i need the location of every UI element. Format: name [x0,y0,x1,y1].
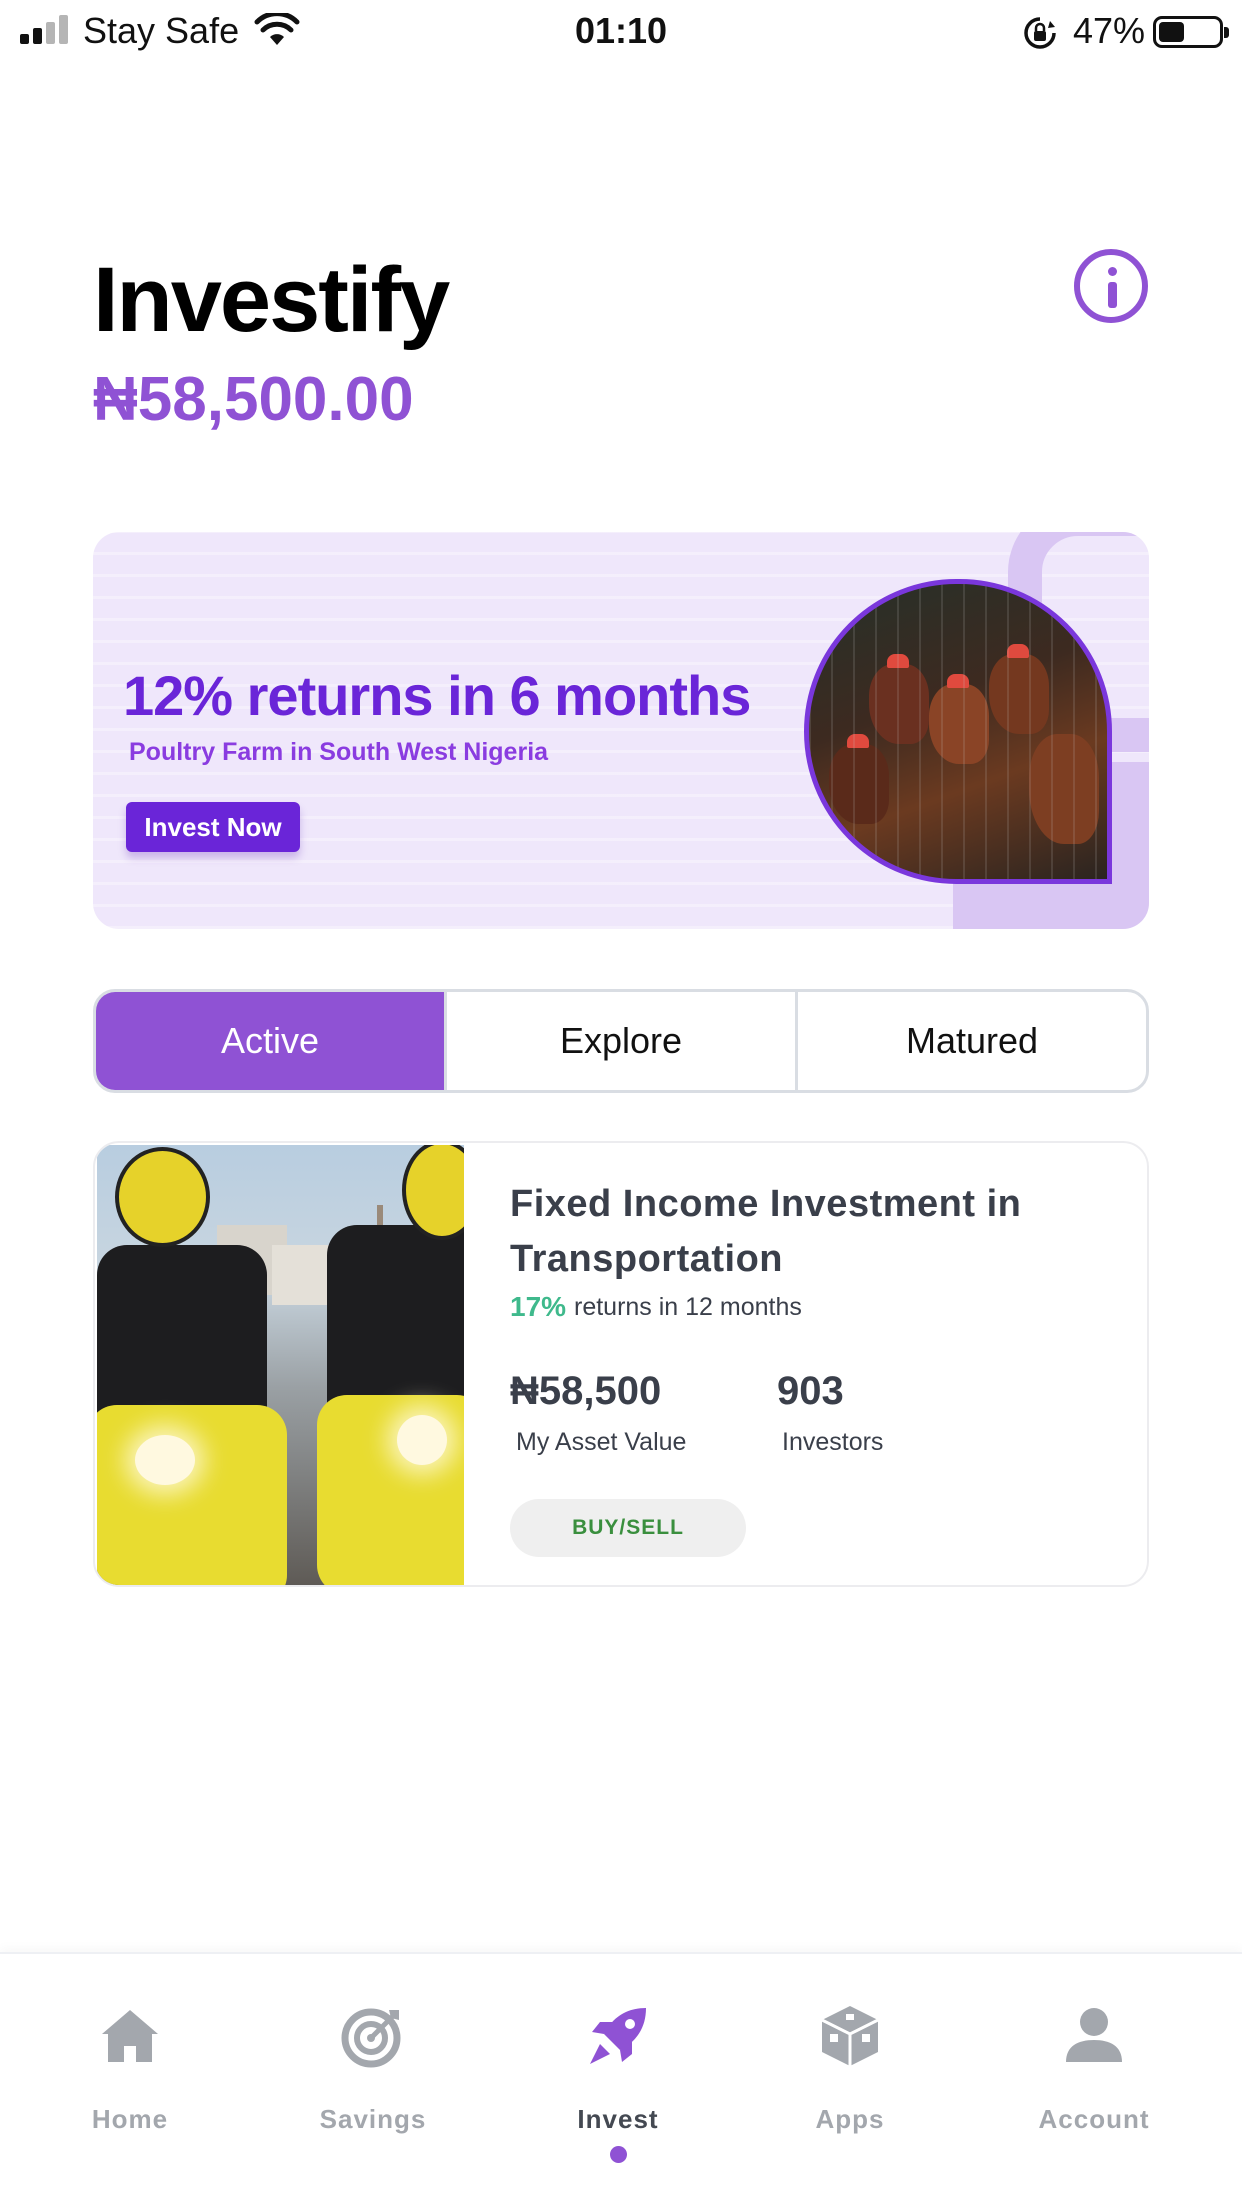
investors-label: Investors [782,1428,884,1456]
tab-active[interactable]: Active [96,992,444,1090]
nav-label-apps: Apps [815,2104,885,2134]
buy-sell-button[interactable]: BUY/SELL [510,1499,746,1557]
invest-now-button[interactable]: Invest Now [126,802,300,852]
investors-count: 903 [777,1369,844,1413]
nav-label-invest: Invest [577,2104,659,2134]
nav-label-home: Home [91,2104,169,2134]
promo-banner[interactable]: 12% returns in 6 months Poultry Farm in … [93,532,1149,929]
asset-value: ₦58,500 [510,1369,662,1413]
cube-icon [821,2006,879,2066]
info-icon[interactable] [1074,249,1148,323]
investment-card[interactable]: Fixed Income Investment in Transportatio… [93,1141,1149,1587]
bottom-navigation: Home Savings Invest Apps Account [0,1952,1242,2208]
investment-rate-text: returns in 12 months [574,1293,802,1321]
tab-matured[interactable]: Matured [795,992,1146,1090]
banner-subtitle: Poultry Farm in South West Nigeria [129,738,549,766]
active-indicator [610,2146,627,2163]
rocket-icon [590,2008,646,2064]
rotation-lock-icon [1024,17,1056,49]
investment-title: Fixed Income Investment in Transportatio… [510,1183,1022,1280]
battery-percentage: 47% [1073,10,1146,51]
poultry-farm-image [804,579,1112,884]
nav-label-account: Account [1038,2104,1150,2134]
status-bar: Stay Safe 01:10 47% [0,0,1242,64]
page-title: Investify [93,249,450,351]
investment-rate: 17% [510,1291,567,1322]
home-icon [102,2010,158,2062]
user-icon [1066,2008,1122,2062]
battery-icon [1153,16,1229,48]
banner-headline: 12% returns in 6 months [123,664,751,727]
portfolio-balance: ₦58,500.00 [93,365,414,434]
nav-label-savings: Savings [319,2104,427,2134]
investment-tabs: Active Explore Matured [93,989,1149,1093]
asset-value-label: My Asset Value [516,1428,687,1456]
tab-explore[interactable]: Explore [444,992,795,1090]
target-icon [341,2008,401,2068]
transportation-image [97,1145,464,1585]
